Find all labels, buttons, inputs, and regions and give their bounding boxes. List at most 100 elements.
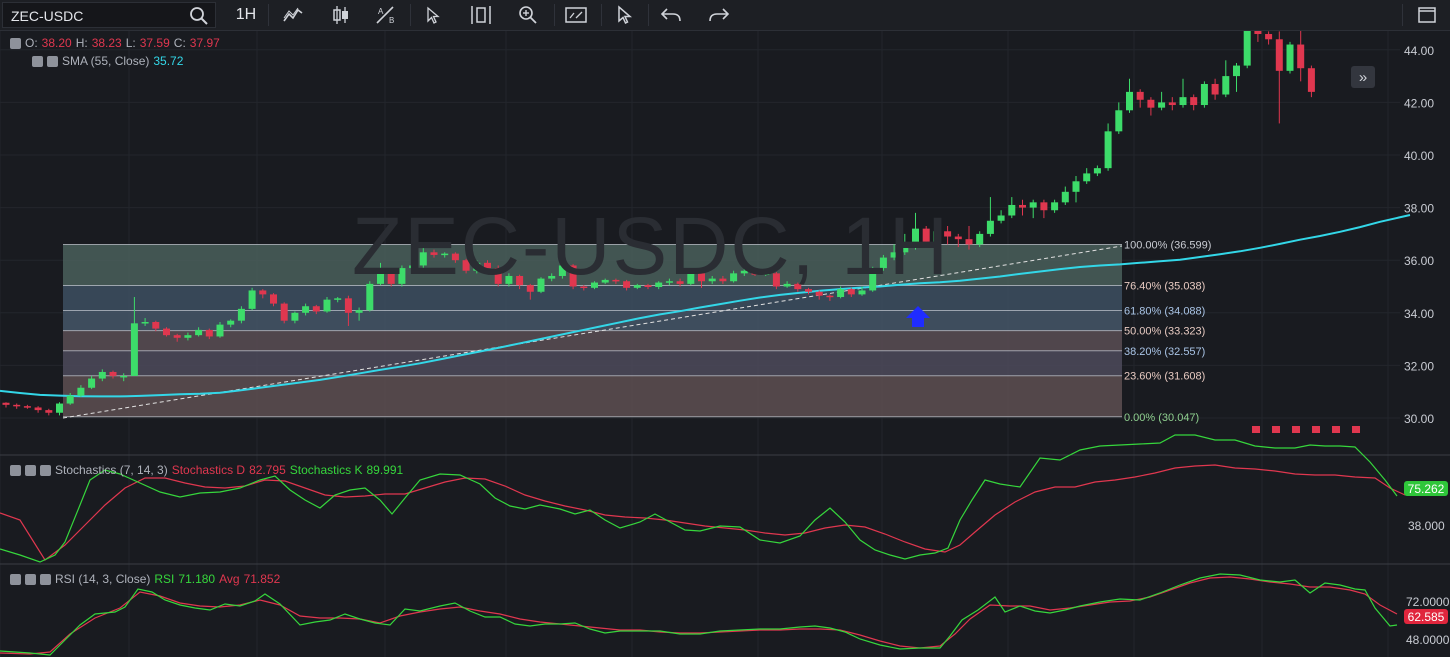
price-axis-tick: 34.00 [1404, 307, 1434, 321]
stochastics-k-line [0, 434, 1398, 563]
symbol-search-box[interactable]: ZEC-USDC [2, 2, 216, 28]
drawing-tool-icon[interactable]: AB [371, 3, 401, 27]
collapse-icon[interactable] [10, 37, 21, 49]
chart-canvas[interactable]: 100.00% (36.599) 76.40% (35.038) 61.80% (3… [0, 31, 1450, 657]
visibility-icon[interactable] [10, 573, 21, 585]
stochastics-k-label: Stochastics K [289, 463, 363, 477]
candle-body [302, 306, 310, 313]
fullscreen-icon[interactable] [1412, 3, 1442, 27]
sma-legend: SMA (55, Close) 35.72 [32, 54, 183, 68]
candle-body [1211, 83, 1219, 95]
candle-body [1051, 202, 1059, 211]
rsi-avg-label: Avg [219, 572, 240, 586]
candle-body [237, 308, 245, 321]
candle-body [976, 233, 984, 245]
candle-body [1008, 204, 1016, 216]
stochastics-d-line [0, 464, 1406, 561]
ohlc-low-label: L: [125, 36, 136, 50]
rsi-value: 71.180 [178, 572, 216, 586]
candle-body [1072, 181, 1080, 192]
settings-icon[interactable] [25, 573, 36, 585]
fib-zone [63, 375, 1122, 417]
candle-body [1147, 99, 1155, 108]
candle-body [1297, 44, 1305, 69]
line-chart-icon[interactable] [278, 3, 308, 27]
cursor-icon[interactable] [418, 3, 448, 27]
candle-body [216, 324, 224, 337]
vertical-range-icon[interactable] [466, 3, 496, 27]
candle-body [323, 299, 331, 312]
chart-toolbar: ZEC-USDC 1H AB [0, 0, 1450, 31]
toolbar-divider [601, 4, 602, 26]
chevron-double-right-icon[interactable]: » [1351, 66, 1375, 88]
ohlc-open: 38.20 [41, 36, 72, 50]
candle-body [1243, 31, 1251, 66]
stochastics-d-label: Stochastics D [171, 463, 246, 477]
svg-text:B: B [389, 16, 394, 25]
rsi-legend: RSI (14, 3, Close) RSI 71.180 Avg 71.852 [10, 572, 280, 586]
ohlc-legend: O: 38.20 H: 38.23 L: 37.59 C: 37.97 [10, 36, 220, 50]
interval-label: 1H [235, 6, 257, 23]
candle-body [45, 410, 53, 413]
delete-icon[interactable] [40, 464, 51, 476]
price-axis-tick: 44.00 [1404, 44, 1434, 58]
candle-body [130, 323, 138, 376]
candle-body [1179, 97, 1187, 106]
candle-body [195, 329, 203, 336]
search-icon[interactable] [189, 6, 209, 26]
fib-level-label: 100.00% (36.599) [1124, 239, 1211, 251]
candlestick-icon[interactable] [326, 3, 356, 27]
zoom-in-icon[interactable] [513, 3, 543, 27]
symbol-label: ZEC-USDC [11, 8, 84, 24]
candle-body [2, 402, 10, 405]
candle-body [986, 220, 994, 234]
candle-body [1136, 91, 1144, 100]
toolbar-divider [554, 4, 555, 26]
rsi-axis-top-tick: 72.0000 [1406, 595, 1450, 609]
candle-body [120, 375, 128, 378]
candle-body [280, 303, 288, 321]
candle-body [13, 404, 21, 407]
candle-body [1029, 202, 1037, 208]
rsi-price-tag: 62.585 [1404, 609, 1448, 624]
stop-marker [1352, 426, 1360, 433]
stoch-axis-tick: 38.000 [1408, 519, 1445, 533]
candle-body [227, 320, 235, 325]
candle-body [66, 395, 74, 404]
candle-body [312, 306, 320, 312]
settings-icon[interactable] [47, 55, 58, 67]
candle-body [1126, 91, 1133, 111]
candle-body [152, 322, 160, 329]
candle-body [98, 371, 106, 379]
candle-body [1200, 83, 1208, 106]
select-tool-icon[interactable] [609, 3, 639, 27]
candle-body [1307, 68, 1315, 92]
candle-body [259, 290, 267, 295]
undo-icon[interactable] [656, 3, 686, 27]
visibility-icon[interactable] [32, 55, 43, 67]
candle-body [56, 403, 63, 413]
rsi-axis-bottom-tick: 48.0000 [1406, 633, 1450, 647]
candle-body [1233, 65, 1240, 77]
fib-zone [63, 350, 1122, 376]
price-axis-tick: 40.00 [1404, 149, 1434, 163]
interval-button[interactable]: 1H [228, 3, 264, 27]
candle-body [173, 335, 181, 338]
ohlc-high-label: H: [75, 36, 88, 50]
ohlc-close-label: C: [173, 36, 186, 50]
candle-body [205, 329, 213, 337]
redo-icon[interactable] [704, 3, 734, 27]
fib-level-label: 23.60% (31.608) [1124, 371, 1205, 383]
visibility-icon[interactable] [10, 464, 21, 476]
rsi-value-label: RSI [154, 572, 175, 586]
rsi-avg-line [0, 576, 1398, 655]
fib-level-label: 61.80% (34.088) [1124, 305, 1205, 317]
delete-icon[interactable] [40, 573, 51, 585]
settings-icon[interactable] [25, 464, 36, 476]
chart-settings-icon[interactable] [561, 3, 591, 27]
stochastics-d-value: 82.795 [249, 463, 286, 477]
candle-body [997, 215, 1005, 221]
candle-body [23, 406, 31, 408]
candle-body [77, 387, 85, 396]
price-axis-tick: 32.00 [1404, 359, 1434, 373]
